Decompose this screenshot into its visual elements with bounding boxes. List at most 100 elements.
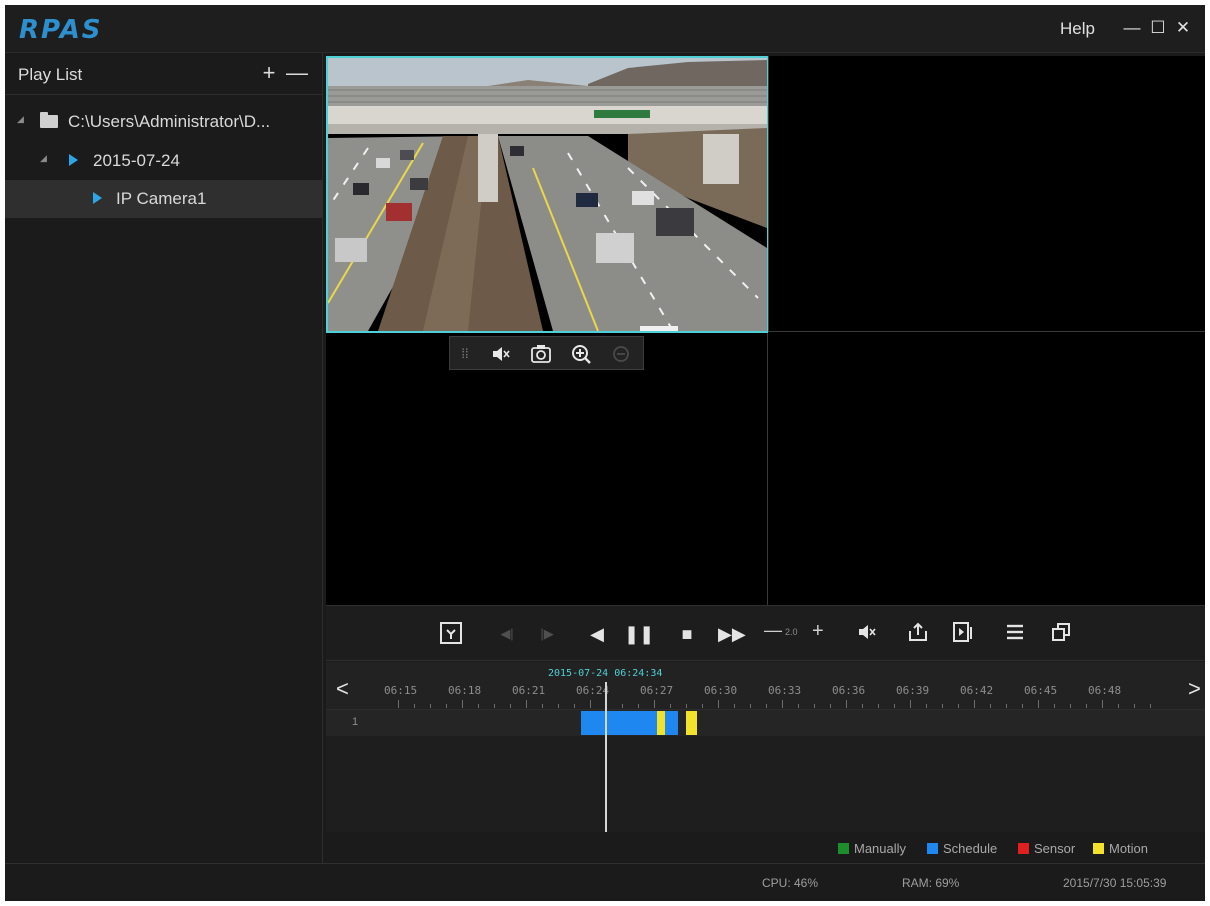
- play-list-panel: Play List + — ◢ C:\Users\Administrator\D…: [5, 53, 323, 863]
- play-list-title: Play List: [18, 65, 83, 84]
- tick-mark: [1022, 704, 1023, 708]
- tick-mark: [1102, 700, 1103, 708]
- cpu-usage: CPU: 46%: [762, 876, 819, 890]
- tree-item-label: IP Camera1: [116, 189, 207, 208]
- prev-frame-icon[interactable]: ◀|: [494, 621, 520, 647]
- tick-mark: [1118, 704, 1119, 708]
- tick-label: 06:39: [896, 684, 930, 697]
- tick-mark: [718, 700, 719, 708]
- tick-mark: [990, 704, 991, 708]
- snapshot-icon[interactable]: [530, 343, 552, 365]
- tick-label: 06:36: [832, 684, 866, 697]
- volume-mute-icon[interactable]: [854, 621, 880, 647]
- legend-swatch: [1093, 843, 1104, 854]
- play-triangle-icon: [93, 192, 102, 204]
- app-window: RPAS Help — ☐ ✕ Play List + — ◢ C:\Users…: [5, 5, 1205, 901]
- track-segments: [386, 710, 1205, 736]
- tick-mark: [558, 704, 559, 708]
- clip-icon[interactable]: [950, 621, 976, 647]
- tree-item-camera[interactable]: IP Camera1: [5, 180, 323, 218]
- tick-mark: [798, 704, 799, 708]
- remove-button[interactable]: —: [286, 59, 308, 87]
- tick-mark: [462, 700, 463, 708]
- pause-icon[interactable]: ❚❚: [624, 621, 654, 647]
- video-cell-4[interactable]: [768, 332, 1205, 605]
- tick-mark: [1006, 704, 1007, 708]
- drag-handle-icon[interactable]: ⁞⁞: [454, 343, 476, 365]
- tick-mark: [1038, 700, 1039, 708]
- tree-item-folder[interactable]: ◢ C:\Users\Administrator\D...: [5, 103, 323, 141]
- speed-stepper[interactable]: — 2.0 +: [764, 620, 834, 646]
- maximize-icon[interactable]: ☐: [1147, 15, 1169, 41]
- tree-item-label: C:\Users\Administrator\D...: [68, 112, 271, 131]
- help-button[interactable]: Help: [1060, 19, 1095, 39]
- tick-mark: [846, 700, 847, 708]
- legend-swatch: [1018, 843, 1029, 854]
- play-triangle-icon: [69, 154, 78, 166]
- legend-item-motion: Motion: [1093, 841, 1148, 856]
- expand-caret-icon[interactable]: ◢: [17, 114, 24, 125]
- tick-mark: [542, 704, 543, 708]
- speed-plus-button[interactable]: +: [812, 620, 824, 643]
- tick-mark: [638, 704, 639, 708]
- tick-mark: [670, 704, 671, 708]
- tick-mark: [526, 700, 527, 708]
- tick-mark: [1054, 704, 1055, 708]
- tick-mark: [590, 700, 591, 708]
- ram-usage: RAM: 69%: [902, 876, 960, 890]
- tick-mark: [766, 704, 767, 708]
- close-icon[interactable]: ✕: [1172, 15, 1194, 41]
- timeline-track[interactable]: 1: [326, 710, 1205, 736]
- timeline-prev-button[interactable]: <: [336, 676, 349, 702]
- tick-mark: [894, 704, 895, 708]
- minimize-icon[interactable]: —: [1121, 15, 1143, 41]
- tick-mark: [1134, 704, 1135, 708]
- track-number: 1: [352, 716, 359, 728]
- timeline-ruler[interactable]: < > 2015-07-24 06:24:34 06:15 06:18 06:21 0…: [326, 662, 1205, 710]
- legend-label: Sensor: [1034, 841, 1076, 856]
- fit-screen-icon[interactable]: [438, 621, 464, 647]
- tick-mark: [1070, 704, 1071, 708]
- legend-swatch: [927, 843, 938, 854]
- tick-mark: [734, 704, 735, 708]
- add-button[interactable]: +: [258, 59, 280, 87]
- tree-item-date[interactable]: ◢ 2015-07-24: [5, 142, 323, 180]
- expand-caret-icon[interactable]: ◢: [40, 153, 47, 164]
- reverse-play-icon[interactable]: ◀: [584, 621, 610, 647]
- zoom-in-icon[interactable]: [570, 343, 592, 365]
- timeline: < > 2015-07-24 06:24:34 06:15 06:18 06:21 0…: [326, 662, 1205, 832]
- list-icon[interactable]: [1002, 621, 1028, 647]
- export-icon[interactable]: [905, 621, 931, 647]
- segment-motion[interactable]: [656, 711, 665, 735]
- current-time-label: 2015-07-24 06:24:34: [548, 668, 663, 679]
- mute-icon[interactable]: [490, 343, 512, 365]
- tick-mark: [398, 700, 399, 708]
- speed-minus-button[interactable]: —: [764, 620, 782, 641]
- window-restore-icon[interactable]: [1048, 621, 1074, 647]
- fast-forward-icon[interactable]: ▶▶: [718, 621, 746, 647]
- tick-label: 06:27: [640, 684, 674, 697]
- tick-mark: [974, 700, 975, 708]
- next-frame-icon[interactable]: |▶: [534, 621, 560, 647]
- tick-mark: [414, 704, 415, 708]
- timeline-next-button[interactable]: >: [1188, 676, 1201, 702]
- tick-mark: [446, 704, 447, 708]
- tick-mark: [782, 700, 783, 708]
- tick-label: 06:42: [960, 684, 994, 697]
- playhead[interactable]: [605, 682, 607, 832]
- tick-mark: [910, 700, 911, 708]
- video-cell-2[interactable]: [768, 56, 1205, 332]
- tick-mark: [750, 704, 751, 708]
- video-cell-1[interactable]: [326, 56, 769, 333]
- segment-motion[interactable]: [686, 711, 697, 735]
- tick-label: 06:45: [1024, 684, 1058, 697]
- tick-mark: [814, 704, 815, 708]
- tick-mark: [830, 704, 831, 708]
- tick-mark: [574, 704, 575, 708]
- stop-icon[interactable]: ■: [674, 621, 700, 647]
- tick-mark: [430, 704, 431, 708]
- tick-label: 06:18: [448, 684, 482, 697]
- tick-label: 06:48: [1088, 684, 1122, 697]
- video-cell-3[interactable]: [326, 333, 768, 605]
- playback-controls: ◀| |▶ ◀ ❚❚ ■ ▶▶ — 2.0 +: [326, 605, 1205, 661]
